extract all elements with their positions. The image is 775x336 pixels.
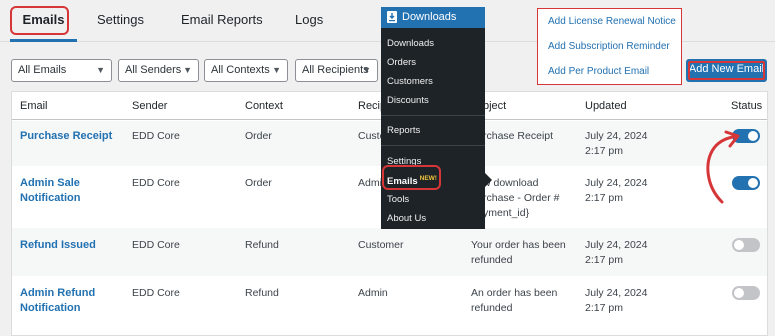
status-toggle[interactable] [732,238,760,252]
filter-contexts-label: All Contexts [211,64,270,76]
sender-cell: EDD Core [132,177,180,189]
chevron-down-icon: ▼ [362,65,371,75]
menu-current-caret-icon [485,173,492,187]
downloads-admin-menu: Downloads Downloads Orders Customers Dis… [381,7,485,229]
context-cell: Refund [245,239,279,251]
filter-senders-select[interactable]: All Senders ▼ [118,59,199,82]
email-name-link-line2[interactable]: Notification [20,191,81,206]
updated-date: July 24, 2024 [585,177,648,189]
highlight-add-new [688,61,765,80]
email-name-link[interactable]: Refund Issued [20,238,96,253]
chevron-down-icon: ▼ [96,65,105,75]
chevron-down-icon: ▼ [272,65,281,75]
header-context: Context [245,100,283,112]
highlight-emails-tab [10,6,69,35]
annotation-arrow-icon [706,130,740,204]
header-email: Email [20,100,48,112]
updated-time: 2:17 pm [585,145,623,157]
menu-item-reports[interactable]: Reports [387,125,420,136]
menu-item-discounts[interactable]: Discounts [387,95,429,106]
recipient-cell: Admi [358,177,382,189]
updated-date: July 24, 2024 [585,287,648,299]
dropdown-item-per-product[interactable]: Add Per Product Email [548,66,649,77]
filter-contexts-select[interactable]: All Contexts ▼ [204,59,288,82]
updated-time: 2:17 pm [585,192,623,204]
download-icon [387,11,397,23]
subject-cell-line2: refunded [471,254,513,266]
menu-divider [381,145,485,146]
menu-item-tools[interactable]: Tools [387,194,409,205]
header-status: Status [731,100,763,112]
updated-date: July 24, 2024 [585,130,648,142]
table-row: Admin Refund Notification EDD Core Refun… [12,276,767,336]
header-subject: bject [483,100,507,112]
header-sender: Sender [132,100,168,112]
sender-cell: EDD Core [132,130,180,142]
context-cell: Refund [245,287,279,299]
filter-senders-label: All Senders [125,64,182,76]
dropdown-item-license-renewal[interactable]: Add License Renewal Notice [548,16,676,27]
status-toggle[interactable] [732,286,760,300]
filter-recipients-label: All Recipients [302,64,369,76]
updated-date: July 24, 2024 [585,239,648,251]
menu-item-customers[interactable]: Customers [387,76,433,87]
chevron-down-icon: ▼ [183,65,192,75]
dropdown-item-subscription-reminder[interactable]: Add Subscription Reminder [548,41,670,52]
context-cell: Order [245,130,272,142]
subject-cell-line3: yment_id} [483,207,530,219]
subject-cell: An order has been [471,287,558,299]
filter-emails-label: All Emails [18,64,67,76]
menu-title: Downloads [402,11,457,23]
filter-emails-select[interactable]: All Emails ▼ [11,59,112,82]
menu-item-about-us[interactable]: About Us [387,213,426,224]
sender-cell: EDD Core [132,287,180,299]
header-updated: Updated [585,100,627,112]
tab-logs[interactable]: Logs [295,0,323,42]
subject-cell: Your order has been [471,239,566,251]
recipient-cell: Customer [358,239,404,251]
menu-item-downloads[interactable]: Downloads [387,38,434,49]
tab-settings[interactable]: Settings [97,0,144,42]
filter-recipients-select[interactable]: All Recipients ▼ [295,59,378,82]
table-row: Refund Issued EDD Core Refund Customer Y… [12,228,767,276]
context-cell: Order [245,177,272,189]
tab-email-reports[interactable]: Email Reports [181,0,263,42]
menu-downloads-header[interactable]: Downloads [381,7,485,28]
email-name-link[interactable]: Admin Sale [20,176,80,191]
subject-cell-line2: refunded [471,302,513,314]
recipient-cell: Admin [358,287,388,299]
updated-time: 2:17 pm [585,302,623,314]
menu-divider [381,115,485,116]
email-name-link[interactable]: Purchase Receipt [20,129,112,144]
subject-cell-line2: rchase - Order # [483,192,560,204]
add-email-dropdown: Add License Renewal Notice Add Subscript… [537,8,682,85]
highlight-emails-menu-item [382,165,441,190]
menu-item-orders[interactable]: Orders [387,57,416,68]
email-name-link-line2[interactable]: Notification [20,301,81,316]
subject-cell: rchase Receipt [483,130,554,142]
updated-time: 2:17 pm [585,254,623,266]
sender-cell: EDD Core [132,239,180,251]
email-name-link[interactable]: Admin Refund [20,286,95,301]
